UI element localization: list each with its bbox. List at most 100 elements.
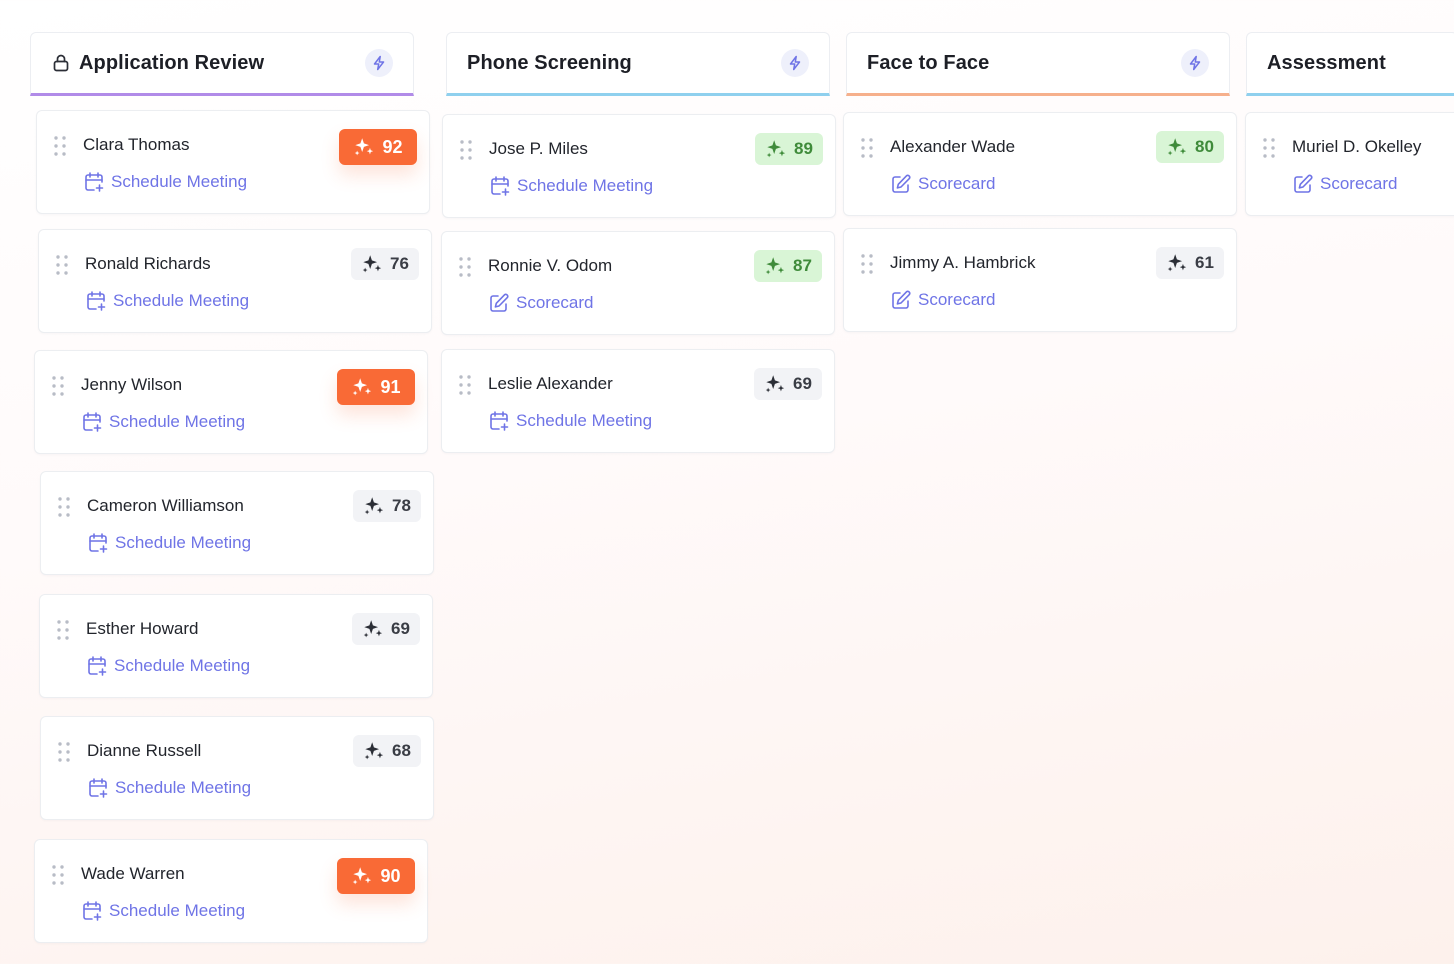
- candidate-card[interactable]: Clara Thomas Schedule Meeting 92: [36, 110, 430, 214]
- calendar-add-icon: [83, 171, 105, 193]
- candidate-card[interactable]: Jenny Wilson Schedule Meeting 91: [34, 350, 428, 454]
- ai-score-badge: 61: [1156, 247, 1224, 279]
- calendar-add-icon: [81, 900, 103, 922]
- score-value: 68: [392, 741, 411, 760]
- candidate-card[interactable]: Muriel D. Okelley Scorecard: [1245, 112, 1454, 216]
- candidate-name: Dianne Russell: [87, 741, 202, 760]
- schedule-meeting-link[interactable]: Schedule Meeting: [489, 175, 653, 197]
- sparkle-icon: [363, 740, 385, 762]
- drag-handle-icon[interactable]: [459, 139, 473, 161]
- action-label: Schedule Meeting: [115, 533, 252, 552]
- drag-handle-icon[interactable]: [55, 254, 69, 276]
- calendar-add-icon: [81, 411, 103, 433]
- schedule-meeting-link[interactable]: Schedule Meeting: [81, 900, 245, 922]
- sparkle-icon: [353, 136, 375, 158]
- action-label: Schedule Meeting: [111, 172, 248, 191]
- sparkle-icon: [351, 376, 373, 398]
- drag-handle-icon[interactable]: [56, 619, 70, 641]
- candidate-card[interactable]: Dianne Russell Schedule Meeting 68: [40, 716, 434, 820]
- action-label: Scorecard: [516, 293, 594, 312]
- schedule-meeting-link[interactable]: Schedule Meeting: [86, 655, 250, 677]
- candidate-name: Ronald Richards: [85, 254, 211, 273]
- drag-handle-icon[interactable]: [860, 253, 874, 275]
- candidate-name: Esther Howard: [86, 619, 199, 638]
- column-header[interactable]: Face to Face: [846, 32, 1230, 96]
- calendar-add-icon: [488, 410, 510, 432]
- column-title: Application Review: [79, 51, 265, 74]
- column-header[interactable]: Application Review: [30, 32, 414, 96]
- candidate-card[interactable]: Cameron Williamson Schedule Meeting 78: [40, 471, 434, 575]
- action-label: Scorecard: [1320, 174, 1398, 193]
- ai-score-badge: 91: [337, 369, 415, 405]
- schedule-meeting-link[interactable]: Schedule Meeting: [83, 171, 247, 193]
- edit-icon: [488, 292, 510, 314]
- sparkle-icon: [361, 253, 383, 275]
- bolt-icon[interactable]: [781, 49, 809, 77]
- drag-handle-icon[interactable]: [458, 256, 472, 278]
- calendar-add-icon: [489, 175, 511, 197]
- candidate-card[interactable]: Ronald Richards Schedule Meeting 76: [38, 229, 432, 333]
- bolt-icon[interactable]: [1181, 49, 1209, 77]
- schedule-meeting-link[interactable]: Schedule Meeting: [87, 777, 251, 799]
- ai-score-badge: 90: [337, 858, 415, 894]
- score-value: 69: [793, 374, 812, 393]
- action-label: Schedule Meeting: [109, 901, 246, 920]
- schedule-meeting-link[interactable]: Schedule Meeting: [81, 411, 245, 433]
- drag-handle-icon[interactable]: [51, 864, 65, 886]
- lock-icon: [51, 53, 71, 73]
- score-value: 91: [380, 376, 401, 397]
- action-label: Scorecard: [918, 174, 996, 193]
- drag-handle-icon[interactable]: [57, 741, 71, 763]
- calendar-add-icon: [87, 777, 109, 799]
- score-value: 80: [1195, 137, 1214, 156]
- ai-score-badge: 80: [1156, 131, 1224, 163]
- ai-score-badge: 78: [353, 490, 421, 522]
- column-header[interactable]: Phone Screening: [446, 32, 830, 96]
- sparkle-icon: [362, 618, 384, 640]
- action-label: Schedule Meeting: [517, 176, 654, 195]
- drag-handle-icon[interactable]: [57, 496, 71, 518]
- calendar-add-icon: [86, 655, 108, 677]
- candidate-card[interactable]: Ronnie V. Odom Scorecard 87: [441, 231, 835, 335]
- schedule-meeting-link[interactable]: Schedule Meeting: [87, 532, 251, 554]
- ai-score-badge: 87: [754, 250, 822, 282]
- drag-handle-icon[interactable]: [458, 374, 472, 396]
- schedule-meeting-link[interactable]: Schedule Meeting: [488, 410, 652, 432]
- drag-handle-icon[interactable]: [1262, 137, 1276, 159]
- edit-icon: [890, 173, 912, 195]
- sparkle-icon: [1166, 252, 1188, 274]
- scorecard-link[interactable]: Scorecard: [1292, 173, 1397, 195]
- candidate-card[interactable]: Alexander Wade Scorecard 80: [843, 112, 1237, 216]
- action-label: Schedule Meeting: [115, 778, 252, 797]
- bolt-icon[interactable]: [365, 49, 393, 77]
- column-header[interactable]: Assessment: [1246, 32, 1454, 96]
- drag-handle-icon[interactable]: [860, 137, 874, 159]
- candidate-name: Ronnie V. Odom: [488, 256, 613, 275]
- scorecard-link[interactable]: Scorecard: [488, 292, 593, 314]
- score-value: 90: [380, 865, 401, 886]
- action-label: Scorecard: [918, 290, 996, 309]
- candidate-name: Clara Thomas: [83, 135, 190, 154]
- scorecard-link[interactable]: Scorecard: [890, 173, 995, 195]
- column-title: Assessment: [1267, 51, 1386, 74]
- column-title: Phone Screening: [467, 51, 632, 74]
- candidate-name: Muriel D. Okelley: [1292, 137, 1422, 156]
- sparkle-icon: [764, 255, 786, 277]
- scorecard-link[interactable]: Scorecard: [890, 289, 995, 311]
- candidate-name: Cameron Williamson: [87, 496, 244, 515]
- drag-handle-icon[interactable]: [51, 375, 65, 397]
- score-value: 78: [392, 496, 411, 515]
- calendar-add-icon: [87, 532, 109, 554]
- candidate-card[interactable]: Jose P. Miles Schedule Meeting 89: [442, 114, 836, 218]
- score-value: 87: [793, 256, 812, 275]
- drag-handle-icon[interactable]: [53, 135, 67, 157]
- candidate-card[interactable]: Wade Warren Schedule Meeting 90: [34, 839, 428, 943]
- candidate-card[interactable]: Leslie Alexander Schedule Meeting 69: [441, 349, 835, 453]
- schedule-meeting-link[interactable]: Schedule Meeting: [85, 290, 249, 312]
- candidate-card[interactable]: Esther Howard Schedule Meeting 69: [39, 594, 433, 698]
- edit-icon: [1292, 173, 1314, 195]
- candidate-name: Wade Warren: [81, 864, 185, 883]
- kanban-board: Application Review Clara Thomas Schedule M…: [0, 0, 1454, 964]
- candidate-card[interactable]: Jimmy A. Hambrick Scorecard 61: [843, 228, 1237, 332]
- candidate-name: Alexander Wade: [890, 137, 1016, 156]
